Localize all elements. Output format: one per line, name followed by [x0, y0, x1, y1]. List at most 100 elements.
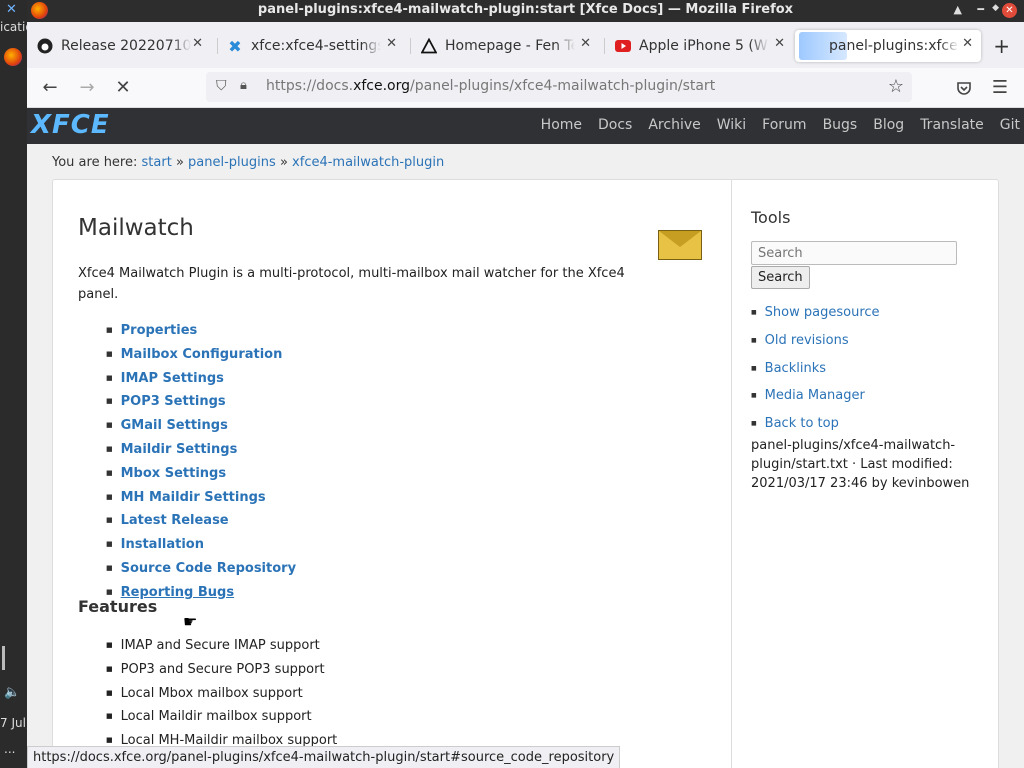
hand-cursor-icon: ☛	[183, 612, 198, 631]
toc-item[interactable]: Mailbox Configuration	[106, 344, 296, 368]
toc-item[interactable]: Latest Release	[106, 510, 296, 534]
workspace-indicator[interactable]	[2, 646, 5, 670]
show-pagesource-link[interactable]: Show pagesource	[751, 300, 880, 328]
tab-xfce-settings[interactable]: ✖ xfce:xfce4-settings: ✕	[219, 30, 405, 62]
nav-translate[interactable]: Translate	[920, 117, 984, 133]
features-list: IMAP and Secure IMAP support POP3 and Se…	[106, 635, 338, 754]
intro-paragraph: Xfce4 Mailwatch Plugin is a multi-protoc…	[78, 266, 625, 302]
panel-overflow[interactable]: ...	[4, 742, 15, 756]
tracking-shield-icon[interactable]: ⛉	[216, 78, 227, 94]
warning-triangle-icon	[421, 38, 437, 54]
volume-icon[interactable]: 🔈	[4, 685, 20, 700]
tools-heading: Tools	[751, 208, 791, 227]
toc-item[interactable]: Maildir Settings	[106, 439, 296, 463]
github-icon	[37, 38, 53, 54]
url-bar[interactable]: ⛉ 🔒︎ https://docs.xfce.org/panel-plugins…	[206, 72, 912, 102]
maximize-icon[interactable]: ◆	[992, 3, 999, 13]
navigation-toolbar: ← → ✕ ⛉ 🔒︎ https://docs.xfce.org/panel-p…	[27, 68, 1024, 108]
back-arrow-icon[interactable]: ←	[38, 76, 62, 100]
tab-youtube-iphone[interactable]: Apple iPhone 5 (Whi ✕	[607, 30, 793, 62]
new-tab-icon[interactable]: +	[993, 34, 1010, 58]
close-tab-icon[interactable]: ✕	[580, 36, 591, 51]
pocket-icon[interactable]	[952, 76, 976, 100]
app-menu-label[interactable]: ication	[0, 20, 27, 34]
breadcrumb-separator: »	[279, 155, 288, 170]
close-tab-icon[interactable]: ✕	[386, 36, 397, 51]
bookmark-star-icon[interactable]: ☆	[888, 76, 904, 97]
tab-label: xfce:xfce4-settings:	[251, 38, 381, 54]
breadcrumb-prefix: You are here:	[52, 155, 138, 170]
envelope-icon	[658, 230, 702, 260]
status-bar-url: https://docs.xfce.org/panel-plugins/xfce…	[27, 746, 621, 768]
nav-blog[interactable]: Blog	[873, 117, 904, 133]
site-header: XFCE Home Docs Archive Wiki Forum Bugs B…	[27, 108, 1024, 144]
toc-item[interactable]: Installation	[106, 534, 296, 558]
table-of-contents: Properties Mailbox Configuration IMAP Se…	[106, 320, 296, 606]
close-tab-icon[interactable]: ✕	[192, 36, 203, 51]
toc-item[interactable]: Mbox Settings	[106, 463, 296, 487]
desktop-panel: ✕ ication 🔈 7 Jul, ...	[0, 0, 30, 768]
nav-forum[interactable]: Forum	[762, 117, 806, 133]
tools-sidebar: Tools Search Show pagesource Old revisio…	[731, 180, 999, 768]
old-revisions-link[interactable]: Old revisions	[751, 328, 880, 356]
list-item: IMAP and Secure IMAP support	[106, 635, 337, 659]
list-item: Local Maildir mailbox support	[106, 706, 337, 730]
firefox-taskbar-icon[interactable]	[4, 48, 22, 66]
features-heading: Features	[78, 597, 158, 616]
media-manager-link[interactable]: Media Manager	[751, 383, 880, 411]
close-tab-icon[interactable]: ✕	[774, 36, 785, 51]
toc-item[interactable]: MH Maildir Settings	[106, 487, 296, 511]
site-nav: Home Docs Archive Wiki Forum Bugs Blog T…	[525, 117, 1020, 133]
tab-mailwatch-active[interactable]: panel-plugins:xfce4 ✕	[795, 30, 981, 62]
window-titlebar[interactable]: panel-plugins:xfce4-mailwatch-plugin:sta…	[27, 0, 1024, 22]
search-input[interactable]	[751, 241, 957, 265]
forward-arrow-icon[interactable]: →	[75, 76, 99, 100]
nav-wiki[interactable]: Wiki	[717, 117, 746, 133]
tab-github-release[interactable]: Release 20220710 ✕	[29, 30, 211, 62]
tab-homepage-fen[interactable]: Homepage - Fen Tec ✕	[413, 30, 599, 62]
toc-item[interactable]: POP3 Settings	[106, 391, 296, 415]
xfce-menu-icon[interactable]: ✕	[6, 2, 17, 17]
back-to-top-link[interactable]: Back to top	[751, 411, 880, 439]
search-button[interactable]: Search	[751, 266, 810, 289]
tab-separator	[217, 38, 218, 54]
tab-label: Apple iPhone 5 (Whi	[639, 38, 769, 54]
list-item: POP3 and Secure POP3 support	[106, 659, 337, 683]
breadcrumb-panel-plugins[interactable]: panel-plugins	[188, 155, 276, 170]
breadcrumb-separator: »	[175, 155, 184, 170]
breadcrumb-start[interactable]: start	[142, 155, 172, 170]
lock-icon[interactable]: 🔒︎	[240, 78, 247, 93]
nav-home[interactable]: Home	[541, 117, 582, 133]
shade-icon[interactable]: ▲	[954, 3, 962, 16]
window-title: panel-plugins:xfce4-mailwatch-plugin:sta…	[257, 2, 794, 17]
app-menu-icon[interactable]: ☰	[988, 76, 1012, 100]
web-page: XFCE Home Docs Archive Wiki Forum Bugs B…	[27, 108, 1024, 768]
minimize-icon[interactable]: ━	[977, 3, 984, 16]
nav-git[interactable]: Git	[1000, 117, 1020, 133]
breadcrumb-mailwatch[interactable]: xfce4-mailwatch-plugin	[292, 155, 444, 170]
close-tab-icon[interactable]: ✕	[962, 36, 973, 51]
tab-label: Release 20220710	[61, 38, 191, 54]
tab-label: panel-plugins:xfce4	[829, 38, 959, 54]
youtube-icon	[615, 38, 631, 54]
doc-info: panel-plugins/xfce4-mailwatch-plugin/sta…	[751, 438, 970, 491]
clock-date: 7 Jul,	[0, 716, 30, 730]
page-title: Mailwatch	[78, 215, 194, 241]
toc-item[interactable]: Properties	[106, 320, 296, 344]
breadcrumb: You are here: start » panel-plugins » xf…	[52, 155, 444, 170]
nav-docs[interactable]: Docs	[598, 117, 632, 133]
close-window-button[interactable]: ✕	[1002, 3, 1017, 18]
url-text[interactable]: https://docs.xfce.org/panel-plugins/xfce…	[266, 78, 715, 94]
xfce-logo[interactable]: XFCE	[31, 110, 110, 140]
toc-item[interactable]: Source Code Repository	[106, 558, 296, 582]
firefox-window: panel-plugins:xfce4-mailwatch-plugin:sta…	[27, 0, 1024, 768]
backlinks-link[interactable]: Backlinks	[751, 356, 880, 384]
content-box: Mailwatch Xfce4 Mailwatch Plugin is a mu…	[52, 179, 999, 768]
tab-strip: Release 20220710 ✕ ✖ xfce:xfce4-settings…	[27, 22, 1024, 68]
toc-item[interactable]: GMail Settings	[106, 415, 296, 439]
toc-item[interactable]: IMAP Settings	[106, 368, 296, 392]
tab-label: Homepage - Fen Tec	[445, 38, 575, 54]
nav-archive[interactable]: Archive	[648, 117, 700, 133]
nav-bugs[interactable]: Bugs	[823, 117, 858, 133]
stop-loading-icon[interactable]: ✕	[111, 76, 135, 100]
